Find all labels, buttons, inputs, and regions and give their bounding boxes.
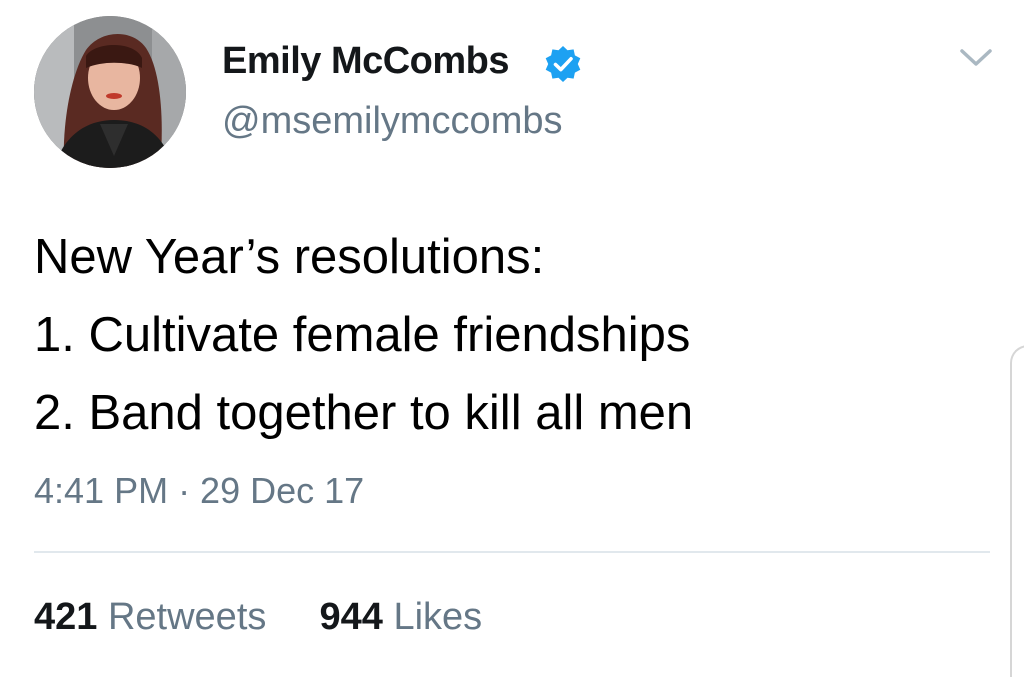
avatar-photo xyxy=(34,16,186,168)
chevron-down-icon[interactable] xyxy=(956,42,996,72)
user-handle[interactable]: @msemilymccombs xyxy=(222,100,562,143)
retweets-label: Retweets xyxy=(107,596,267,638)
retweets-count: 421 xyxy=(34,596,98,638)
tweet-card: Emily McCombs @msemilymccombs New Year’s… xyxy=(0,0,1024,677)
display-name[interactable]: Emily McCombs xyxy=(222,40,510,83)
scroll-edge xyxy=(1010,345,1024,677)
likes-count: 944 xyxy=(319,596,383,638)
tweet-stats: 421 Retweets 944 Likes xyxy=(34,596,482,639)
divider xyxy=(34,551,990,553)
tweet-text-line: New Year’s resolutions: xyxy=(34,230,545,284)
tweet-text-line: 2. Band together to kill all men xyxy=(34,386,694,440)
likes-label: Likes xyxy=(393,596,483,638)
avatar[interactable] xyxy=(34,16,186,168)
likes-stat[interactable]: 944 Likes xyxy=(309,596,483,638)
tweet-timestamp[interactable]: 4:41 PM · 29 Dec 17 xyxy=(34,470,364,512)
retweets-stat[interactable]: 421 Retweets xyxy=(34,596,277,638)
tweet-text: New Year’s resolutions: 1. Cultivate fem… xyxy=(34,218,994,452)
tweet-text-line: 1. Cultivate female friendships xyxy=(34,308,691,362)
verified-badge-icon xyxy=(545,46,581,82)
